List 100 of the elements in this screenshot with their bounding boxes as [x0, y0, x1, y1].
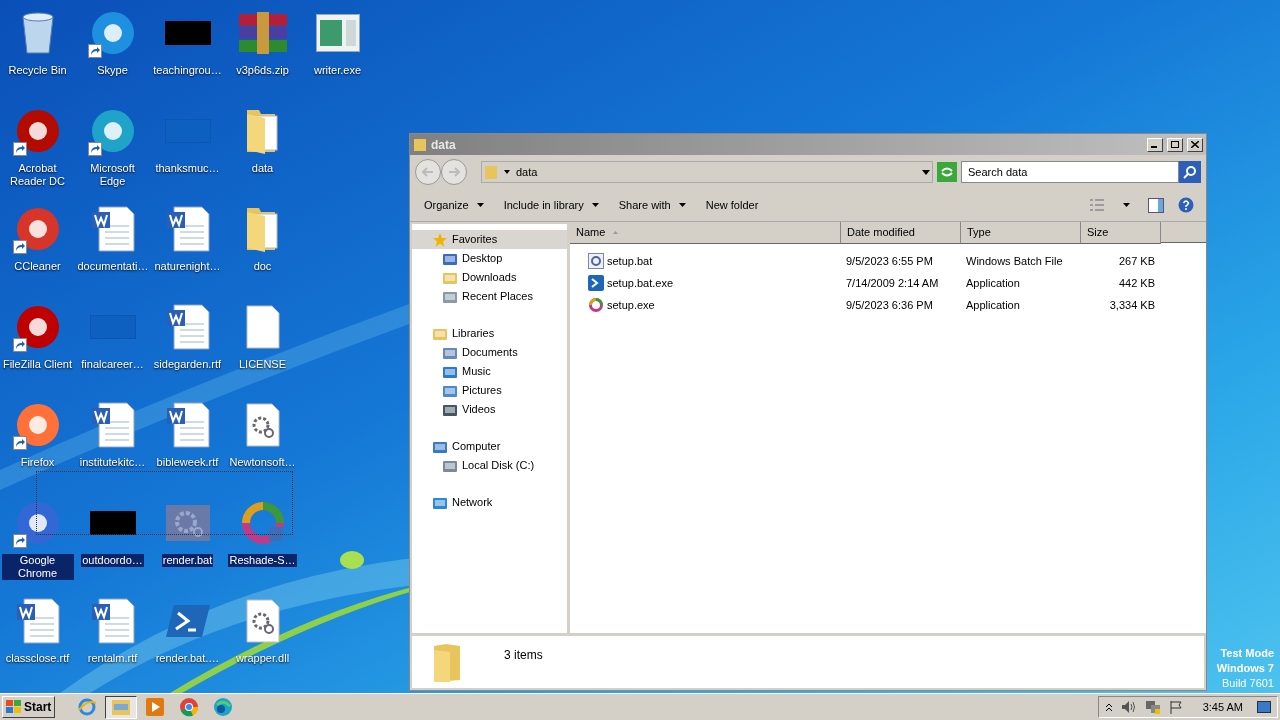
nav-item[interactable]: Libraries: [412, 324, 567, 343]
refresh-arrows-icon: [940, 166, 954, 178]
toolbar-command[interactable]: New folder: [697, 193, 767, 217]
nav-item[interactable]: Music: [412, 362, 567, 381]
refresh-button[interactable]: [937, 162, 957, 182]
chrome-logo-icon: [179, 697, 200, 717]
search-field[interactable]: Search data: [961, 161, 1179, 183]
desktop-icon-label[interactable]: render.bat: [161, 554, 214, 567]
type-cell-text: Windows Batch File: [965, 253, 1064, 269]
toolbar-command[interactable]: Organize: [416, 193, 492, 217]
desktop-icon-label[interactable]: doc: [252, 260, 273, 273]
caret-icon: [922, 169, 930, 175]
show-desktop-button[interactable]: [1257, 701, 1271, 713]
nav-item[interactable]: Pictures: [412, 381, 567, 400]
caret-icon: [591, 203, 599, 207]
item-count: 3 items: [504, 647, 543, 664]
folder-icon: [484, 164, 498, 180]
network-icon[interactable]: [1144, 699, 1161, 715]
minimize-button[interactable]: [1147, 137, 1163, 152]
start-button[interactable]: Start: [2, 696, 56, 718]
close-icon: [1191, 141, 1199, 148]
nav-item[interactable]: Local Disk (C:): [412, 456, 567, 475]
window-title: data: [431, 136, 457, 154]
word-document-icon: [90, 206, 135, 252]
desktop-icon-label[interactable]: FileZilla Client: [1, 358, 74, 371]
nav-item[interactable]: Downloads: [412, 268, 567, 287]
search-button[interactable]: [1179, 161, 1201, 183]
desktop-icon-label[interactable]: Recycle Bin: [7, 64, 68, 77]
desktop-icon-label[interactable]: render.bat.…: [154, 652, 221, 665]
column-header[interactable]: Type: [961, 222, 1081, 244]
desktop-icon-label[interactable]: v3p6ds.zip: [235, 64, 290, 77]
desktop-icon-label[interactable]: sidegarden.rtf: [152, 358, 223, 371]
nav-item[interactable]: Computer: [412, 437, 567, 456]
desktop-icon-label[interactable]: documentati…: [76, 260, 149, 273]
desktop-icon-label[interactable]: CCleaner: [13, 260, 62, 273]
edge-logo-icon: [213, 697, 234, 717]
desktop-icon-label[interactable]: thanksmuc…: [154, 162, 221, 175]
help-icon[interactable]: [1178, 197, 1194, 213]
desktop-icon-label[interactable]: outdoordo…: [81, 554, 144, 567]
speaker-icon[interactable]: [1120, 700, 1137, 714]
nav-item[interactable]: Favorites: [412, 230, 567, 249]
file-row[interactable]: setup.bat.exe 7/14/2009 2:14 AM Application 442 KB: [570, 272, 1206, 294]
desktop-icon-label[interactable]: Microsoft Edge: [76, 162, 149, 188]
size-cell-text: 442 KB: [1117, 275, 1156, 291]
taskbar-button[interactable]: [105, 695, 138, 719]
image-thumbnail-icon: [164, 21, 211, 45]
window-icon: [315, 14, 360, 52]
word-document-icon: [90, 402, 135, 448]
desktop-icon-label[interactable]: Newtonsoft…: [228, 456, 297, 469]
desktop-icon-label[interactable]: naturenight…: [153, 260, 222, 273]
test-mode-text: Test Mode: [1220, 646, 1274, 661]
file-row[interactable]: setup.bat 9/5/2023 6:55 PM Windows Batch File 267 KB: [570, 250, 1206, 272]
word-document-icon: [15, 598, 60, 644]
column-header[interactable]: Size: [1081, 222, 1161, 244]
nav-item[interactable]: Recent Places: [412, 287, 567, 306]
maximize-button[interactable]: [1167, 137, 1183, 152]
clock[interactable]: 3:45 AM: [1202, 698, 1243, 716]
nav-item[interactable]: Network: [412, 493, 567, 512]
folder-icon: [413, 137, 427, 152]
address-bar[interactable]: data: [481, 161, 933, 183]
desktop-icon-label[interactable]: finalcareer…: [80, 358, 145, 371]
column-header[interactable]: Date modified: [841, 222, 961, 244]
desktop-icon-label[interactable]: bibleweek.rtf: [155, 456, 220, 469]
desktop-icon-label[interactable]: Firefox: [19, 456, 56, 469]
desktop-icon-label[interactable]: institutekitc…: [78, 456, 147, 469]
file-row[interactable]: setup.exe 9/5/2023 6:36 PM Application 3,334 KB: [570, 294, 1206, 316]
close-button[interactable]: [1187, 137, 1203, 152]
nav-item[interactable]: Videos: [412, 400, 567, 419]
desktop-icon-label[interactable]: LICENSE: [237, 358, 288, 371]
desktop-icon-label[interactable]: Skype: [96, 64, 129, 77]
caret-icon: [476, 203, 484, 207]
desktop-icon-label[interactable]: Google Chrome: [1, 554, 74, 580]
caret-icon: [678, 203, 686, 207]
word-document-icon: [165, 304, 210, 350]
gear-file-icon: [245, 599, 280, 643]
desktop-icon-label[interactable]: classclose.rtf: [4, 652, 71, 665]
arrow-right-icon: [448, 167, 460, 177]
desktop-icon-label[interactable]: teachingrou…: [152, 64, 223, 77]
preview-pane-icon[interactable]: [1148, 197, 1164, 213]
date-cell-text: 7/14/2009 2:14 AM: [845, 275, 940, 291]
size-cell-text: 3,334 KB: [1108, 297, 1156, 313]
caret-icon[interactable]: [1123, 203, 1130, 207]
browser-e-icon: [77, 697, 98, 717]
date-cell-text: 9/5/2023 6:36 PM: [845, 297, 934, 313]
desktop-icon-label[interactable]: data: [250, 162, 275, 175]
flag-icon[interactable]: [1168, 700, 1183, 714]
toolbar-command[interactable]: Share with: [610, 193, 694, 217]
chevron-up-icon[interactable]: [1104, 702, 1113, 712]
nav-item[interactable]: Desktop: [412, 249, 567, 268]
maximize-icon: [1171, 141, 1179, 148]
word-document-icon: [165, 206, 210, 252]
trash-bin-icon: [19, 11, 56, 55]
desktop-icon-label[interactable]: writer.exe: [312, 64, 363, 77]
type-cell-text: Application: [965, 275, 1021, 291]
gear-file-icon: [588, 253, 604, 269]
column-header[interactable]: Name: [570, 222, 841, 244]
desktop-icon-label[interactable]: Reshade-S…: [228, 554, 297, 567]
desktop-icon-label[interactable]: Acrobat Reader DC: [1, 162, 74, 188]
nav-item[interactable]: Documents: [412, 343, 567, 362]
toolbar-command[interactable]: Include in library: [495, 193, 607, 217]
